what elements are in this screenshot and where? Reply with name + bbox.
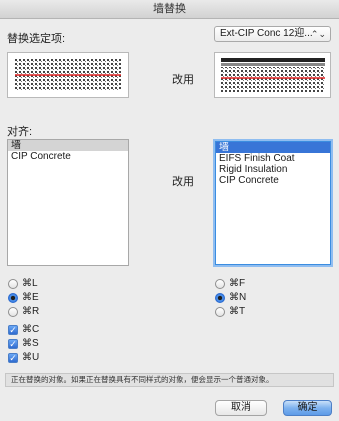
radio-finish[interactable] <box>215 279 225 289</box>
radio-finish-label: ⌘F <box>229 278 246 289</box>
radio-center-align[interactable] <box>8 293 18 303</box>
list-item[interactable]: CIP Concrete <box>8 151 128 162</box>
radio-core[interactable] <box>215 293 225 303</box>
current-wall-preview <box>7 52 129 98</box>
check-mark-icon: ✓ <box>9 353 17 363</box>
checkbox-c[interactable]: ✓ <box>8 325 18 335</box>
list-item[interactable]: Rigid Insulation <box>216 164 330 175</box>
radio-left-align-label: ⌘L <box>22 278 38 289</box>
replacement-wall-list[interactable]: 墙 EIFS Finish Coat Rigid Insulation CIP … <box>215 141 331 265</box>
cancel-button[interactable]: 取消 <box>215 400 267 416</box>
use-instead-label-list: 改用 <box>172 176 194 188</box>
checkbox-s[interactable]: ✓ <box>8 339 18 349</box>
align-label: 对齐: <box>7 126 33 138</box>
wall-style-popup-value: Ext-CIP Conc 12迎... <box>220 28 313 39</box>
popup-arrows-icon: ⌃⌄ <box>310 29 326 39</box>
radio-right-align[interactable] <box>8 307 18 317</box>
use-instead-label-preview: 改用 <box>172 74 194 86</box>
checkbox-u-label: ⌘U <box>22 352 40 363</box>
current-wall-list[interactable]: 墙 CIP Concrete <box>7 139 129 266</box>
window-title: 墙替换 <box>0 0 339 19</box>
radio-right-align-label: ⌘R <box>22 306 40 317</box>
check-mark-icon: ✓ <box>9 325 17 335</box>
list-item[interactable]: 墙 <box>8 140 128 151</box>
list-item[interactable]: CIP Concrete <box>216 175 330 186</box>
replacement-wall-preview-image <box>220 58 325 92</box>
current-wall-preview-image <box>15 59 121 91</box>
replace-selection-label: 替换选定项: <box>7 33 66 45</box>
wall-style-popup[interactable]: Ext-CIP Conc 12迎... ⌃⌄ <box>214 26 331 42</box>
checkbox-s-label: ⌘S <box>22 338 39 349</box>
list-item[interactable]: EIFS Finish Coat <box>216 153 330 164</box>
radio-top[interactable] <box>215 307 225 317</box>
radio-center-align-label: ⌘E <box>22 292 39 303</box>
radio-top-label: ⌘T <box>229 306 246 317</box>
replacement-wall-preview <box>214 52 331 98</box>
status-message: 正在替换的对象。如果正在替换具有不同样式的对象，便会显示一个普通对象。 <box>5 373 334 387</box>
checkbox-c-label: ⌘C <box>22 324 40 335</box>
check-mark-icon: ✓ <box>9 339 17 349</box>
radio-left-align[interactable] <box>8 279 18 289</box>
checkbox-u[interactable]: ✓ <box>8 353 18 363</box>
list-item[interactable]: 墙 <box>216 142 330 153</box>
ok-button[interactable]: 确定 <box>283 400 332 416</box>
radio-core-label: ⌘N <box>229 292 247 303</box>
